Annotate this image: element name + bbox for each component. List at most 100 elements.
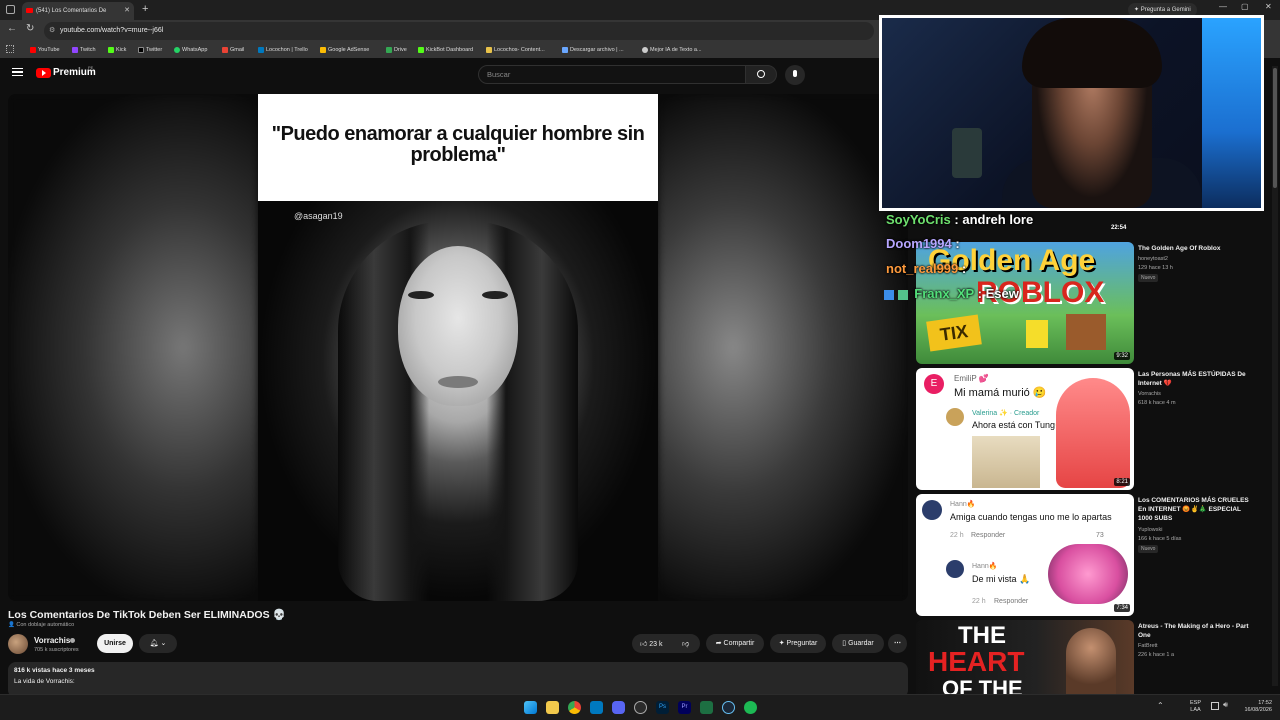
video-player[interactable]: "Puedo enamorar a cualquier hombre sin p…	[8, 94, 908, 601]
description-box[interactable]: 816 k vistas hace 3 meses La vida de Vor…	[8, 662, 908, 698]
bookmark-ia[interactable]: Mejor IA de Texto a...	[642, 45, 702, 55]
search-input[interactable]: Buscar	[478, 65, 746, 84]
kick-icon	[108, 47, 114, 53]
avatar	[946, 408, 964, 426]
recommendation-item[interactable]: THE HEART OF THE Atreus - The Making of …	[916, 620, 1276, 694]
bookmark-drive[interactable]: Drive	[386, 45, 407, 55]
bookmark-kickbot[interactable]: KickBot Dashboard	[418, 45, 473, 55]
recommendation-channel[interactable]: FatBrett	[1138, 642, 1158, 650]
thumb-user-valerina: Valerina ✨ · Creador	[972, 410, 1040, 417]
recommendation-title[interactable]: Las Personas MÁS ESTÚPIDAS De Internet 💔	[1138, 370, 1250, 388]
thumb-text-ofthe: OF THE	[942, 676, 1023, 694]
chat-username: not_real999	[886, 261, 959, 276]
photoshop-icon[interactable]: Ps	[656, 701, 669, 714]
recommendation-channel[interactable]: Vorrachis	[1138, 390, 1161, 398]
volume-icon[interactable]: 🔊︎	[1223, 700, 1228, 710]
gemini-label: Pregunta a Gemini	[1140, 7, 1191, 13]
windows-start-icon[interactable]	[524, 701, 537, 714]
spotify-icon[interactable]	[744, 701, 757, 714]
recommendation-meta: 226 k hace 1 a	[1138, 652, 1175, 658]
url-text: youtube.com/watch?v=mure--j66l	[60, 27, 164, 34]
windows-taskbar: Ps Pr ⌃ ESP LAA 🔊︎ 17:52 16/08/2026	[0, 694, 1280, 720]
close-tab-icon[interactable]: ✕	[124, 2, 130, 20]
bookmark-twitch[interactable]: Twitch	[72, 45, 96, 55]
notifications-button[interactable]: 🔔︎ ⌄	[139, 634, 177, 653]
like-button[interactable]: 👍︎ 23 k	[640, 639, 663, 648]
chat-username: Franx_XP	[914, 286, 974, 301]
recommendation-thumbnail[interactable]: Hann🔥 Amiga cuando tengas uno me lo apar…	[916, 494, 1134, 616]
diamond-icon	[562, 47, 568, 53]
back-button[interactable]: ←	[7, 23, 17, 34]
x-icon	[138, 47, 144, 53]
new-tab-button[interactable]: +	[142, 3, 148, 15]
save-button[interactable]: ▯ Guardar	[832, 634, 884, 653]
bookmark-download[interactable]: Descargar archivo | ...	[562, 45, 624, 55]
recommendation-title[interactable]: The Golden Age Of Roblox	[1138, 244, 1250, 253]
trello-icon[interactable]	[590, 701, 603, 714]
recommendation-title[interactable]: Los COMENTARIOS MÁS CRUELES En INTERNET …	[1138, 496, 1250, 523]
avatar	[946, 560, 964, 578]
address-bar[interactable]: ⚙ youtube.com/watch?v=mure--j66l	[44, 22, 874, 40]
channel-name[interactable]: Vorrachis	[34, 636, 70, 645]
adsense-icon	[320, 47, 326, 53]
recommendation-thumbnail[interactable]: THE HEART OF THE	[916, 620, 1134, 694]
hamburger-menu-icon[interactable]	[12, 68, 23, 76]
file-explorer-icon[interactable]	[546, 701, 559, 714]
share-button[interactable]: ➦ Compartir	[706, 634, 764, 653]
bookmark-twitter[interactable]: Twitter	[138, 45, 162, 55]
bookmark-kick[interactable]: Kick	[108, 45, 126, 55]
thumb-reply: Responder	[971, 532, 1006, 539]
avatar	[922, 500, 942, 520]
more-actions-button[interactable]: ⋯	[888, 634, 907, 653]
video-frame: "Puedo enamorar a cualquier hombre sin p…	[258, 94, 658, 601]
previous-video-duration: 22:54	[1111, 225, 1127, 231]
bookmark-trello[interactable]: Locochon | Trello	[258, 45, 308, 55]
chat-message: not_real999 :	[886, 261, 967, 276]
reload-button[interactable]: ↻	[26, 23, 34, 34]
chrome-icon[interactable]	[568, 701, 581, 714]
avatar[interactable]	[8, 634, 28, 654]
language-indicator[interactable]: ESP LAA	[1190, 700, 1201, 714]
obs-icon[interactable]	[634, 701, 647, 714]
premiere-icon[interactable]: Pr	[678, 701, 691, 714]
folder-icon	[486, 47, 492, 53]
tray-chevron-icon[interactable]: ⌃	[1157, 701, 1164, 710]
join-button[interactable]: Unirse	[97, 634, 133, 653]
clock[interactable]: 17:52 16/08/2026	[1238, 700, 1272, 714]
recommendation-thumbnail[interactable]: E EmiliP 💕 Mi mamá murió 🥲 Valerina ✨ · …	[916, 368, 1134, 490]
chat-username: Doom1994	[886, 236, 952, 251]
bookmark-adsense[interactable]: Google AdSense	[320, 45, 369, 55]
tab-title: (541) Los Comentarios De	[36, 8, 107, 14]
minimize-window-button[interactable]: —	[1219, 2, 1227, 11]
steam-icon[interactable]	[722, 701, 735, 714]
maximize-window-button[interactable]: ▢	[1241, 2, 1249, 11]
discord-icon[interactable]	[612, 701, 625, 714]
recommendation-item[interactable]: Hann🔥 Amiga cuando tengas uno me lo apar…	[916, 494, 1276, 616]
recommendation-channel[interactable]: honeytoast2	[1138, 255, 1168, 263]
bookmark-content[interactable]: Locochos- Content...	[486, 45, 545, 55]
excel-icon[interactable]	[700, 701, 713, 714]
ask-button[interactable]: ✦ Preguntar	[770, 634, 826, 653]
region-code: PE	[88, 65, 94, 70]
thumb-msg-valerina: Ahora está con Tung😏	[972, 420, 1067, 430]
dislike-button[interactable]: 👎︎	[682, 639, 689, 648]
bookmark-gmail[interactable]: Gmail	[222, 45, 244, 55]
network-icon[interactable]	[1211, 702, 1219, 710]
chat-badge-icon	[884, 289, 894, 300]
recommendation-item[interactable]: E EmiliP 💕 Mi mamá murió 🥲 Valerina ✨ · …	[916, 368, 1276, 490]
recommendation-channel[interactable]: Yuplowski	[1138, 526, 1162, 534]
tab-menu-icon[interactable]	[6, 5, 15, 14]
scrollbar-thumb[interactable]	[1273, 68, 1277, 188]
bookmark-youtube[interactable]: YouTube	[30, 45, 60, 55]
recommendation-title[interactable]: Atreus - The Making of a Hero - Part One	[1138, 622, 1250, 640]
browser-tab[interactable]: (541) Los Comentarios De ✕	[22, 2, 134, 20]
apps-icon[interactable]	[6, 45, 14, 53]
page-scrollbar[interactable]	[1272, 66, 1278, 686]
search-button[interactable]	[745, 65, 777, 84]
chat-badge-icon	[897, 289, 908, 300]
recommendation-item[interactable]: Golden Age ROBLOX TIX 9:32 The Golden Ag…	[916, 242, 1276, 364]
voice-search-button[interactable]	[785, 65, 805, 85]
bookmark-whatsapp[interactable]: WhatsApp	[174, 45, 207, 55]
site-info-icon[interactable]: ⚙	[49, 22, 55, 40]
close-window-button[interactable]: ✕	[1265, 2, 1272, 11]
